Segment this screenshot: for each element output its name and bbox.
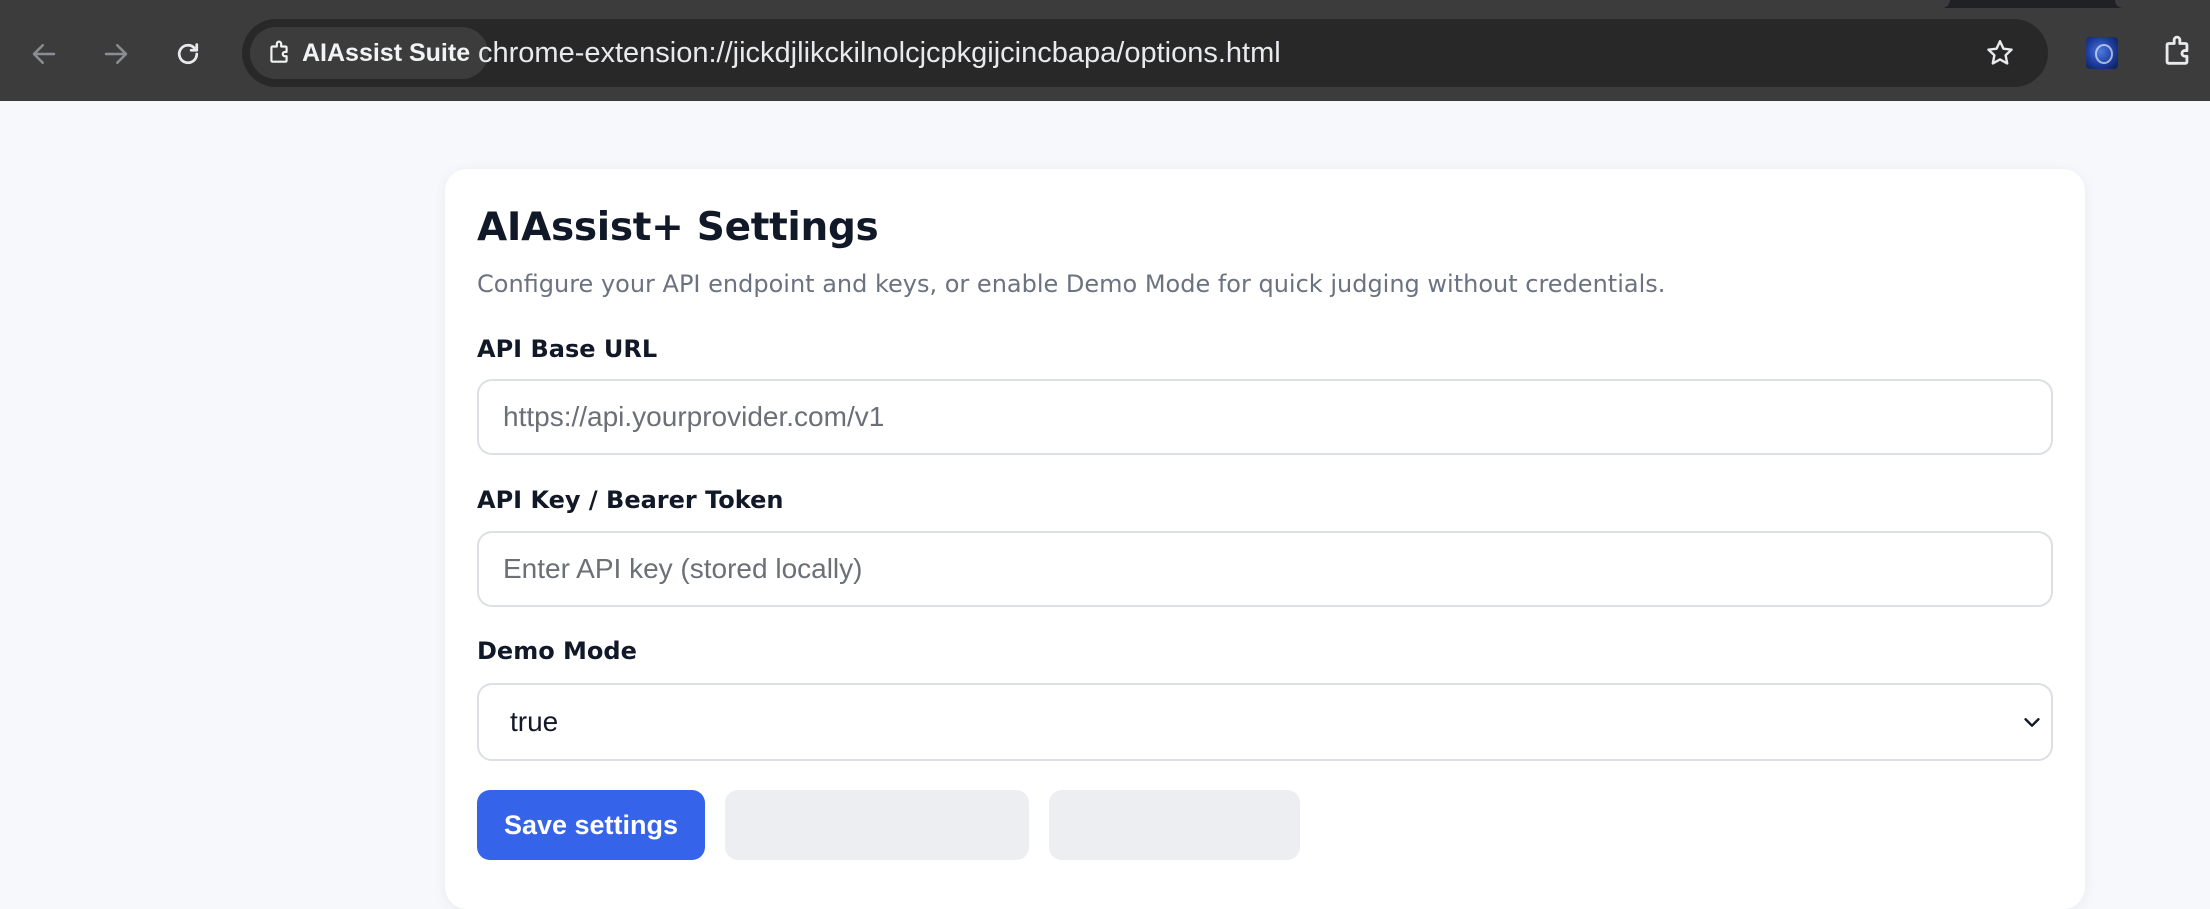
api-base-url-input[interactable] bbox=[477, 379, 2053, 455]
extensions-menu-button[interactable] bbox=[2155, 30, 2199, 74]
demo-mode-selected-value: true bbox=[510, 706, 559, 737]
api-base-url-label: API Base URL bbox=[477, 335, 658, 363]
bookmark-button[interactable] bbox=[1980, 33, 2020, 73]
puzzle-icon bbox=[270, 40, 288, 63]
back-button[interactable] bbox=[18, 28, 70, 80]
page-subtitle: Configure your API endpoint and keys, or… bbox=[477, 270, 1666, 298]
api-key-label: API Key / Bearer Token bbox=[477, 486, 784, 514]
active-tab-edge bbox=[0, 0, 1950, 8]
site-chip-label: AIAssist Suite bbox=[302, 38, 471, 67]
secondary-button[interactable] bbox=[725, 790, 1029, 860]
save-settings-button[interactable]: Save settings bbox=[477, 790, 705, 860]
demo-mode-select[interactable]: true bbox=[477, 683, 2053, 761]
tab-edge bbox=[2115, 0, 2210, 8]
tertiary-button[interactable] bbox=[1049, 790, 1300, 860]
arrow-right-icon bbox=[104, 44, 128, 64]
demo-mode-label: Demo Mode bbox=[477, 637, 637, 665]
settings-card: AIAssist+ Settings Configure your API en… bbox=[445, 169, 2085, 909]
star-icon bbox=[1987, 40, 2013, 65]
extension-avatar-icon[interactable] bbox=[2086, 37, 2118, 69]
forward-button[interactable] bbox=[90, 28, 142, 80]
url-text[interactable]: chrome-extension://jickdjlikckilnolcjcpk… bbox=[478, 19, 1281, 87]
api-key-input[interactable] bbox=[477, 531, 2053, 607]
chevron-down-icon bbox=[2024, 718, 2040, 727]
browser-toolbar: AIAssist Suite chrome-extension://jickdj… bbox=[0, 0, 2210, 101]
page-title: AIAssist+ Settings bbox=[477, 205, 879, 250]
tab-strip bbox=[0, 0, 2210, 8]
reload-button[interactable] bbox=[162, 28, 214, 80]
address-bar[interactable]: AIAssist Suite chrome-extension://jickdj… bbox=[242, 19, 2048, 87]
puzzle-icon bbox=[2165, 35, 2189, 65]
arrow-left-icon bbox=[32, 44, 56, 64]
reload-icon bbox=[177, 43, 199, 65]
site-info-chip[interactable]: AIAssist Suite bbox=[250, 27, 489, 79]
